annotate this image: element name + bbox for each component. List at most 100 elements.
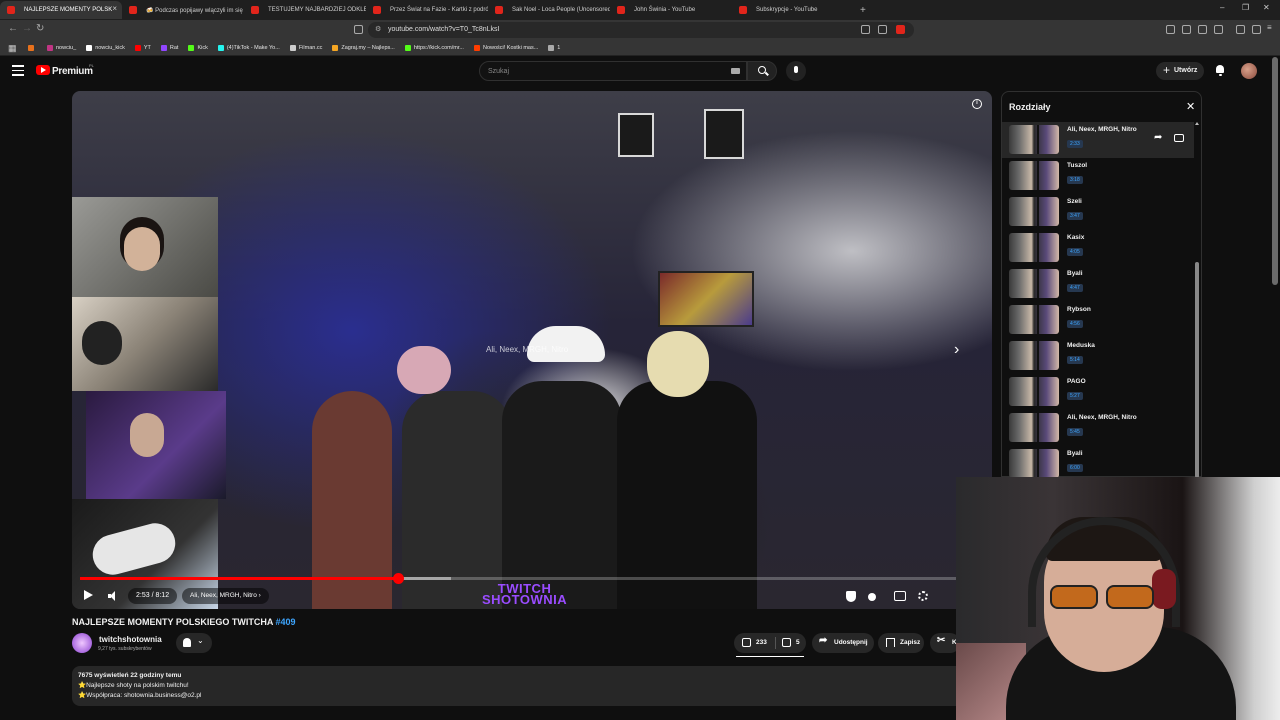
site-info-icon[interactable]: ⚙ <box>375 25 381 33</box>
hashtag-link[interactable]: #409 <box>276 617 296 627</box>
chapter-timestamp[interactable]: 5:45 <box>1067 428 1083 436</box>
video-player[interactable]: Ali, Neex, MRGH, Nitro › i TWITCH SHOTOWN… <box>72 91 992 609</box>
settings-gear-icon[interactable] <box>918 591 928 601</box>
chapter-item[interactable]: Rybson 4:56 <box>1002 302 1194 338</box>
close-tab-icon[interactable]: × <box>112 4 117 13</box>
browser-tab[interactable]: NAJLEPSZE MOMENTY POLSK × <box>0 1 122 19</box>
loop-icon[interactable] <box>1174 134 1184 142</box>
like-button[interactable]: 233 <box>734 633 774 653</box>
menu-icon[interactable]: ≡ <box>1267 23 1276 32</box>
shield-icon[interactable] <box>846 591 856 602</box>
volume-icon[interactable] <box>108 591 118 601</box>
cast-icon[interactable] <box>861 25 870 34</box>
voice-search-button[interactable] <box>786 61 806 81</box>
vpn-icon[interactable] <box>1252 25 1261 34</box>
share-page-icon[interactable] <box>878 25 887 34</box>
notifications-icon[interactable] <box>1215 65 1225 76</box>
play-icon[interactable] <box>84 590 93 600</box>
browser-tab[interactable]: 🍻 Podczas popijawy wlączyli im się <box>122 1 244 19</box>
bookmark-item[interactable]: Zagraj.my – Najleps... <box>332 44 395 51</box>
chapter-button[interactable]: Ali, Neex, MRGH, Nitro › <box>182 588 269 604</box>
subtitles-icon[interactable] <box>894 591 906 601</box>
bookmark-item[interactable]: nowciu_kick <box>86 44 125 51</box>
bookmark-item[interactable]: Filman.cc <box>289 44 322 51</box>
browser-tab[interactable]: John Świnia - YouTube <box>610 1 732 19</box>
bookmark-item[interactable]: 1 <box>548 44 560 51</box>
chapter-title: Byali <box>1067 450 1083 457</box>
search-button[interactable] <box>747 61 777 81</box>
chapter-item[interactable]: Ali, Neex, MRGH, Nitro 2:33 ➦ <box>1002 122 1194 158</box>
bookmark-item[interactable] <box>28 44 37 51</box>
chapter-item[interactable]: Byali 4:47 <box>1002 266 1194 302</box>
bookmark-favicon-icon <box>160 44 167 51</box>
channel-avatar[interactable] <box>72 633 92 653</box>
dislike-button[interactable]: 5 <box>776 633 806 653</box>
search-input[interactable]: Szukaj <box>479 61 747 81</box>
bookmark-item[interactable]: Nowości! Kostki mas... <box>473 44 538 51</box>
share-button[interactable]: Udostępnij <box>812 633 874 653</box>
share-icon[interactable]: ➦ <box>1154 132 1162 143</box>
extension-icon[interactable] <box>1198 25 1207 34</box>
browser-tab[interactable]: TESTUJEMY NAJBARDZIEJ ODKLEJO <box>244 1 366 19</box>
save-button[interactable]: Zapisz <box>878 633 924 653</box>
bookmark-item[interactable]: YT <box>134 44 151 51</box>
brave-shield-icon[interactable] <box>896 25 905 34</box>
close-icon[interactable]: ✕ <box>1186 100 1195 113</box>
scroll-up-arrow[interactable] <box>1195 122 1199 125</box>
chapter-timestamp[interactable]: 2:33 <box>1067 140 1083 148</box>
media-icon[interactable] <box>1236 25 1245 34</box>
bookmark-item[interactable]: https://kick.com/mr... <box>404 44 464 51</box>
next-chevron-icon[interactable]: › <box>954 341 959 359</box>
hamburger-menu-icon[interactable] <box>12 65 24 77</box>
chapter-timestamp[interactable]: 5:27 <box>1067 392 1083 400</box>
progress-bar[interactable] <box>80 573 984 584</box>
page-scrollbar[interactable] <box>1272 57 1278 285</box>
avatar[interactable] <box>1241 63 1257 79</box>
url-field[interactable]: ⚙ youtube.com/watch?v=T0_Tc8nLksI <box>368 22 914 38</box>
bookmark-item[interactable]: Kick <box>188 44 208 51</box>
bookmark-item[interactable]: Rat <box>160 44 178 51</box>
chapter-item[interactable]: Tuszol 3:18 <box>1002 158 1194 194</box>
restore-icon[interactable]: ❐ <box>1242 3 1249 12</box>
chapter-item[interactable]: Kasix 4:05 <box>1002 230 1194 266</box>
chapter-timestamp[interactable]: 3:47 <box>1067 212 1083 220</box>
chapter-timestamp[interactable]: 4:05 <box>1067 248 1083 256</box>
bookmark-item[interactable]: (4)TikTok - Make Yo... <box>217 44 280 51</box>
sidebar-icon[interactable] <box>1214 25 1223 34</box>
extension-icon[interactable] <box>1166 25 1175 34</box>
forward-icon[interactable]: → <box>22 23 32 34</box>
description-box[interactable]: 7675 wyświetleń 22 godziny temu ⭐Najleps… <box>72 666 992 706</box>
info-icon[interactable]: i <box>972 99 982 109</box>
webcam-tile <box>72 297 218 391</box>
chapter-item[interactable]: Ali, Neex, MRGH, Nitro 5:45 <box>1002 410 1194 446</box>
brand-label[interactable]: Premium <box>52 66 93 77</box>
chapter-timestamp[interactable]: 3:18 <box>1067 176 1083 184</box>
channel-name[interactable]: twitchshotownia <box>99 635 162 644</box>
chapter-item[interactable]: Byali 6:00 <box>1002 446 1194 478</box>
chapter-item[interactable]: Meduska 5:14 <box>1002 338 1194 374</box>
browser-tab[interactable]: Przez Świat na Fazie - Kartki z podróż <box>366 1 488 19</box>
browser-tab[interactable]: Subskrypcje - YouTube <box>732 1 854 19</box>
chapter-item[interactable]: PAGO 5:27 <box>1002 374 1194 410</box>
close-window-icon[interactable]: ✕ <box>1263 3 1270 12</box>
back-icon[interactable]: ← <box>8 23 18 34</box>
chapter-item[interactable]: Szeli 3:47 <box>1002 194 1194 230</box>
apps-grid-icon[interactable]: ▦ <box>8 43 17 54</box>
autoplay-icon[interactable] <box>868 593 876 601</box>
bookmark-item[interactable]: nowciu_ <box>47 44 76 51</box>
browser-tab[interactable]: Sak Noel - Loca People (Uncensored <box>488 1 610 19</box>
chapter-timestamp[interactable]: 4:56 <box>1067 320 1083 328</box>
chapter-timestamp[interactable]: 5:14 <box>1067 356 1083 364</box>
chapters-scrollbar[interactable] <box>1195 262 1199 478</box>
youtube-logo-icon[interactable] <box>36 65 50 75</box>
keyboard-icon[interactable] <box>731 68 740 74</box>
bookmark-page-icon[interactable] <box>354 25 363 34</box>
extension-icon[interactable] <box>1182 25 1191 34</box>
reload-icon[interactable]: ↻ <box>36 23 44 34</box>
create-button[interactable]: Utwórz <box>1156 62 1204 80</box>
chapter-timestamp[interactable]: 4:47 <box>1067 284 1083 292</box>
subscription-notifications-button[interactable]: ⌄ <box>176 633 212 653</box>
minimize-icon[interactable]: – <box>1220 3 1224 12</box>
chapter-timestamp[interactable]: 6:00 <box>1067 464 1083 472</box>
new-tab-button[interactable]: + <box>860 5 866 16</box>
